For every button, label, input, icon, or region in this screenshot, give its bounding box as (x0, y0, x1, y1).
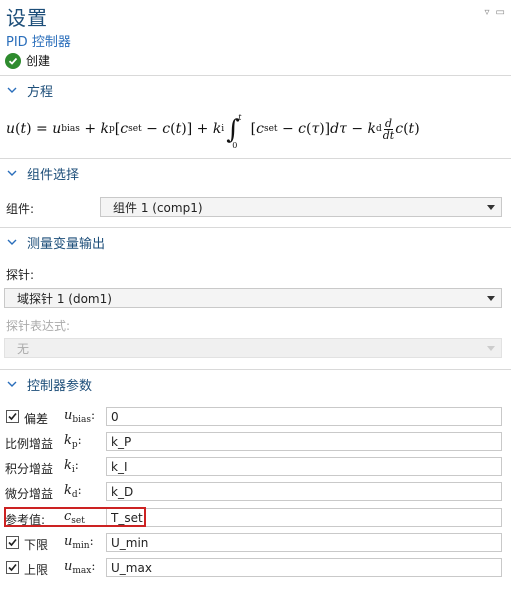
param-label: 微分增益 (5, 487, 54, 501)
create-label: 创建 (26, 54, 51, 68)
param-symbol: umax: (64, 559, 96, 576)
component-select[interactable]: 组件 1 (comp1) (100, 197, 502, 217)
param-label: 下限 (24, 538, 49, 552)
check-icon (5, 52, 21, 69)
probe-select[interactable]: 域探针 1 (dom1) (4, 288, 502, 308)
node-subtitle: PID 控制器 (6, 35, 71, 50)
chevron-down-icon (7, 170, 17, 176)
pid-equation: u(t) = u bias + k p[c set − c(t)] + k i ∫ t 0 [… (6, 113, 420, 150)
section-label: 组件选择 (27, 167, 80, 183)
create-button[interactable]: 创建 (5, 52, 50, 69)
param-row-derivative: 微分增益 kd: (0, 482, 511, 502)
probe-expression-label: 探针表达式: (6, 319, 71, 333)
minimize-icon[interactable]: ▭ (496, 7, 505, 18)
param-label: 比例增益 (5, 437, 54, 451)
param-row-setpoint: 参考值: cset (0, 508, 511, 528)
param-symbol: kd: (64, 483, 82, 500)
param-row-bias: 偏差 ubias: (0, 407, 511, 427)
param-label: 上限 (24, 563, 49, 577)
component-select-value: 组件 1 (comp1) (113, 200, 203, 215)
dropdown-arrow-icon (487, 205, 495, 210)
param-label: 参考值: (5, 513, 46, 527)
probe-expression-select: 无 (4, 338, 502, 358)
param-row-max: 上限 umax: (0, 558, 511, 578)
section-header-component[interactable]: 组件选择 (0, 159, 511, 187)
section-header-equation[interactable]: 方程 (0, 76, 511, 104)
param-row-integral: 积分增益 ki: (0, 457, 511, 477)
dropdown-arrow-icon (487, 346, 495, 351)
param-symbol: kp: (64, 433, 82, 450)
section-label: 控制器参数 (27, 378, 93, 394)
min-input[interactable] (106, 533, 502, 552)
section-label: 方程 (27, 84, 54, 100)
bias-input[interactable] (106, 407, 502, 426)
section-header-probe[interactable]: 测量变量输出 (0, 228, 511, 256)
param-symbol: cset (64, 509, 85, 526)
param-symbol: ubias: (64, 408, 96, 425)
probe-select-value: 域探针 1 (dom1) (17, 291, 112, 306)
probe-expression-value: 无 (17, 341, 30, 356)
param-label: 积分增益 (5, 462, 54, 476)
param-symbol: ki: (64, 458, 79, 475)
section-label: 测量变量输出 (27, 236, 106, 252)
integral-gain-input[interactable] (106, 457, 502, 476)
param-symbol: umin: (64, 534, 94, 551)
chevron-down-icon (7, 239, 17, 245)
max-input[interactable] (106, 558, 502, 577)
bias-checkbox[interactable] (6, 410, 19, 423)
proportional-gain-input[interactable] (106, 432, 502, 451)
pin-icon[interactable]: ▿ (485, 7, 490, 18)
section-header-controller[interactable]: 控制器参数 (0, 370, 511, 398)
param-row-min: 下限 umin: (0, 533, 511, 553)
chevron-down-icon (7, 381, 17, 387)
page-title: 设置 (6, 6, 48, 30)
dropdown-arrow-icon (487, 296, 495, 301)
component-label: 组件: (6, 202, 35, 216)
probe-label: 探针: (6, 268, 35, 282)
derivative-gain-input[interactable] (106, 482, 502, 501)
setpoint-input[interactable] (106, 508, 502, 527)
param-label: 偏差 (24, 412, 49, 426)
param-row-proportional: 比例增益 kp: (0, 432, 511, 452)
chevron-down-icon (7, 87, 17, 93)
max-checkbox[interactable] (6, 561, 19, 574)
min-checkbox[interactable] (6, 536, 19, 549)
window-controls: ▿ ▭ (485, 7, 505, 18)
